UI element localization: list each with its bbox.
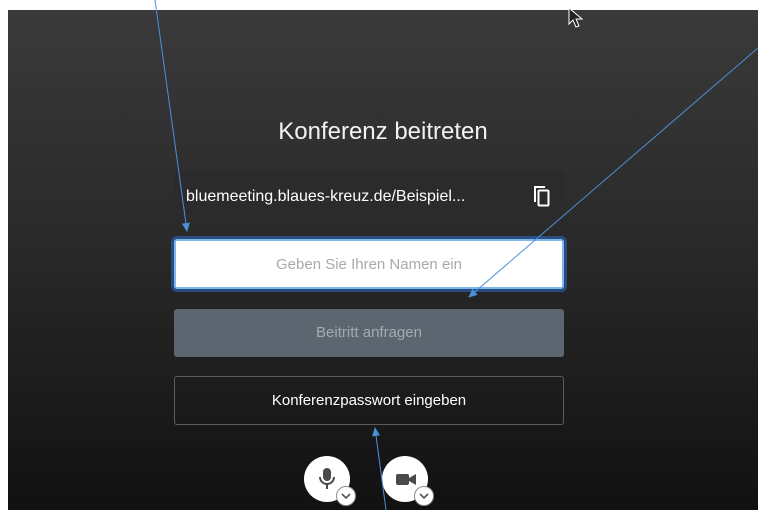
microphone-button[interactable] (304, 456, 356, 506)
chevron-down-icon (419, 493, 429, 500)
copy-icon[interactable] (530, 184, 552, 213)
meeting-url-box: bluemeeting.blaues-kreuz.de/Beispiel... (174, 171, 564, 223)
mic-options-toggle[interactable] (336, 486, 356, 506)
prejoin-screen: Konferenz beitreten bluemeeting.blaues-k… (8, 10, 758, 510)
video-camera-icon (396, 474, 416, 485)
password-button[interactable]: Konferenzpasswort eingeben (174, 376, 564, 425)
meeting-url: bluemeeting.blaues-kreuz.de/Beispiel... (186, 188, 466, 205)
chevron-down-icon (341, 493, 351, 500)
microphone-icon (319, 468, 335, 489)
page-title: Konferenz beitreten (278, 118, 488, 145)
camera-options-toggle[interactable] (414, 486, 434, 506)
name-input[interactable] (174, 239, 564, 289)
camera-button[interactable] (382, 456, 434, 506)
join-button[interactable]: Beitritt anfragen (174, 309, 564, 357)
